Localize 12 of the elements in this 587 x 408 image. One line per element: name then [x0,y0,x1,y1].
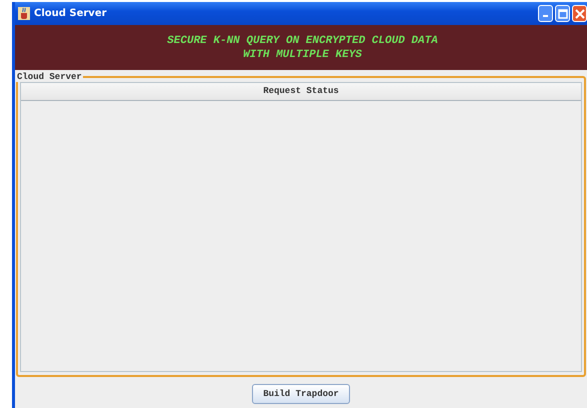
close-button[interactable] [572,5,587,22]
panel-title: Cloud Server [16,72,83,82]
column-header[interactable]: Request Status [21,83,581,101]
java-cup-icon [18,7,30,20]
window-title: Cloud Server [34,8,107,19]
banner-title: WITH MULTIPLE KEYS [243,48,362,60]
minimize-button[interactable] [538,5,553,22]
build-trapdoor-button[interactable]: Build Trapdoor [252,384,350,404]
maximize-icon [558,8,568,18]
banner-title: SECURE K-NN QUERY ON ENCRYPTED CLOUD DATA [167,34,438,46]
maximize-button[interactable] [555,5,570,22]
close-icon [574,8,584,18]
